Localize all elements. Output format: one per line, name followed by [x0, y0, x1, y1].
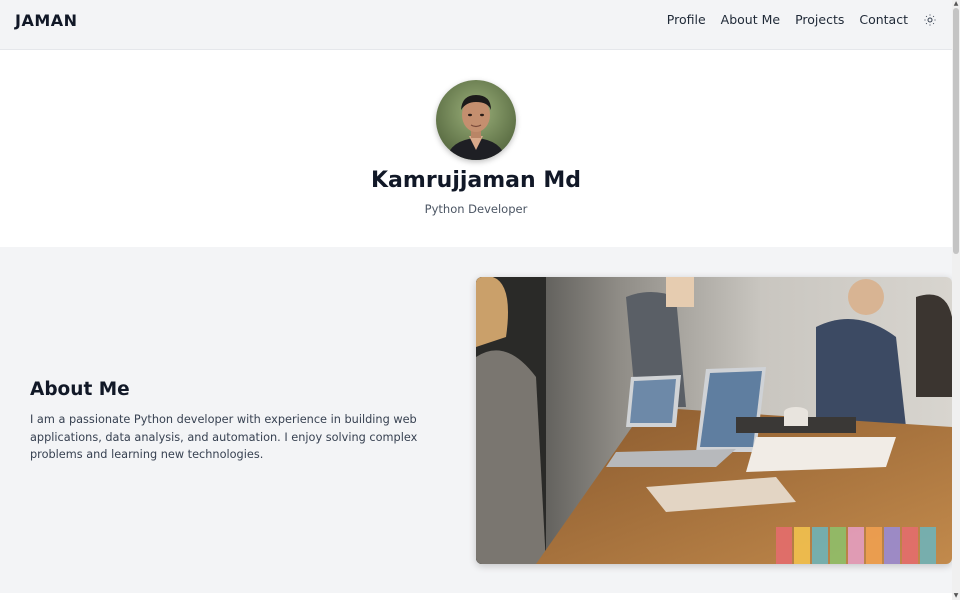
brand-logo[interactable]: JAMAN [15, 11, 78, 30]
nav-link-profile[interactable]: Profile [667, 12, 706, 27]
scroll-up-arrow-icon[interactable]: ▲ [952, 0, 960, 8]
nav-link-about-me[interactable]: About Me [721, 12, 780, 27]
scrollbar[interactable]: ▲ ▼ [952, 0, 960, 600]
hero-section: Kamrujjaman Md Python Developer [0, 50, 952, 247]
avatar [436, 80, 516, 160]
nav-link-contact[interactable]: Contact [859, 12, 908, 27]
footer-strip [0, 593, 952, 600]
nav-links: Profile About Me Projects Contact [667, 12, 937, 27]
about-image [476, 277, 952, 564]
about-text: I am a passionate Python developer with … [30, 413, 418, 461]
theme-toggle-button[interactable] [923, 13, 937, 27]
scroll-thumb[interactable] [953, 8, 959, 254]
about-section: About Me I am a passionate Python develo… [0, 247, 952, 593]
profile-name: Kamrujjaman Md [371, 168, 581, 193]
about-title: About Me [30, 379, 130, 400]
scroll-down-arrow-icon[interactable]: ▼ [952, 592, 960, 600]
nav-link-projects[interactable]: Projects [795, 12, 844, 27]
sun-icon [924, 14, 936, 25]
navbar: JAMAN Profile About Me Projects Contact [0, 0, 952, 50]
profile-role: Python Developer [424, 202, 528, 216]
